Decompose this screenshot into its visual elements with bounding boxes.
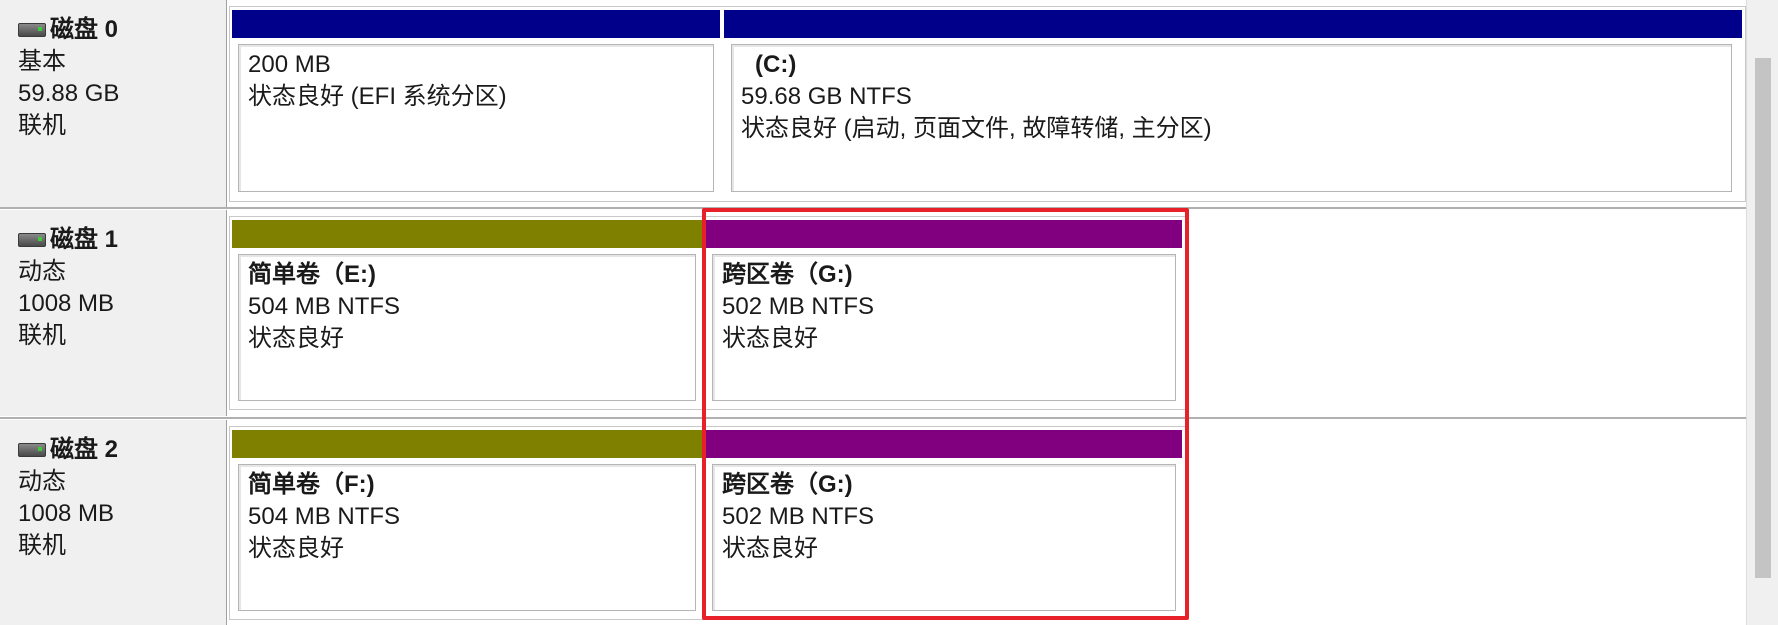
disk-icon (18, 443, 46, 457)
disk-name: 磁盘 1 (50, 226, 119, 253)
disk-status: 联机 (18, 322, 66, 349)
disk-status: 联机 (18, 532, 66, 559)
partition-f[interactable]: 简单卷（F:) 504 MB NTFS 状态良好 (232, 430, 702, 617)
disk-2-name-row: 磁盘 2 (18, 434, 226, 466)
disk-size: 59.88 GB (18, 80, 120, 107)
spanned-volume-highlight (702, 208, 1189, 620)
disk-status: 联机 (18, 112, 66, 139)
partition-size: 504 MB NTFS (248, 503, 401, 530)
disk-0-name-row: 磁盘 0 (18, 14, 226, 46)
disk-0-label[interactable]: 磁盘 0 基本 59.88 GB 联机 (0, 0, 227, 208)
partition-e[interactable]: 简单卷（E:) 504 MB NTFS 状态良好 (232, 220, 702, 407)
disk-name: 磁盘 2 (50, 436, 119, 463)
partition-bar (232, 220, 702, 248)
vertical-scrollbar[interactable] (1746, 0, 1778, 625)
partition-size: 504 MB NTFS (248, 293, 401, 320)
partition-bar (232, 10, 720, 38)
disk-type: 动态 (18, 258, 66, 285)
partition-title: 简单卷（F:) (248, 471, 375, 498)
disk-icon (18, 233, 46, 247)
disk-2-label[interactable]: 磁盘 2 动态 1008 MB 联机 (0, 420, 227, 625)
partition-status: 状态良好 (248, 535, 344, 562)
partition-body: (C:) 59.68 GB NTFS 状态良好 (启动, 页面文件, 故障转储,… (731, 44, 1732, 192)
partition-c[interactable]: (C:) 59.68 GB NTFS 状态良好 (启动, 页面文件, 故障转储,… (724, 10, 1742, 198)
partition-body: 200 MB 状态良好 (EFI 系统分区) (238, 44, 714, 192)
partition-status: 状态良好 (248, 325, 344, 352)
disk-size: 1008 MB (18, 500, 115, 527)
disk-size: 1008 MB (18, 290, 115, 317)
disk-name: 磁盘 0 (50, 16, 119, 43)
partition-size: 200 MB (248, 51, 331, 78)
scrollbar-thumb[interactable] (1755, 58, 1771, 578)
disk-type: 动态 (18, 468, 66, 495)
partition-status: 状态良好 (EFI 系统分区) (248, 83, 507, 110)
disk-icon (18, 23, 46, 37)
partition-bar (724, 10, 1742, 38)
partition-title: 简单卷（E:) (248, 261, 376, 288)
partition-status: 状态良好 (启动, 页面文件, 故障转储, 主分区) (741, 115, 1212, 142)
partition-body: 简单卷（E:) 504 MB NTFS 状态良好 (238, 254, 696, 401)
partition-size: 59.68 GB NTFS (741, 83, 912, 110)
partition-title: (C:) (755, 51, 797, 78)
disk-1-label[interactable]: 磁盘 1 动态 1008 MB 联机 (0, 210, 227, 416)
disk-type: 基本 (18, 48, 66, 75)
disk-1-name-row: 磁盘 1 (18, 224, 226, 256)
partition-efi[interactable]: 200 MB 状态良好 (EFI 系统分区) (232, 10, 720, 198)
partition-body: 简单卷（F:) 504 MB NTFS 状态良好 (238, 464, 696, 611)
partition-bar (232, 430, 702, 458)
